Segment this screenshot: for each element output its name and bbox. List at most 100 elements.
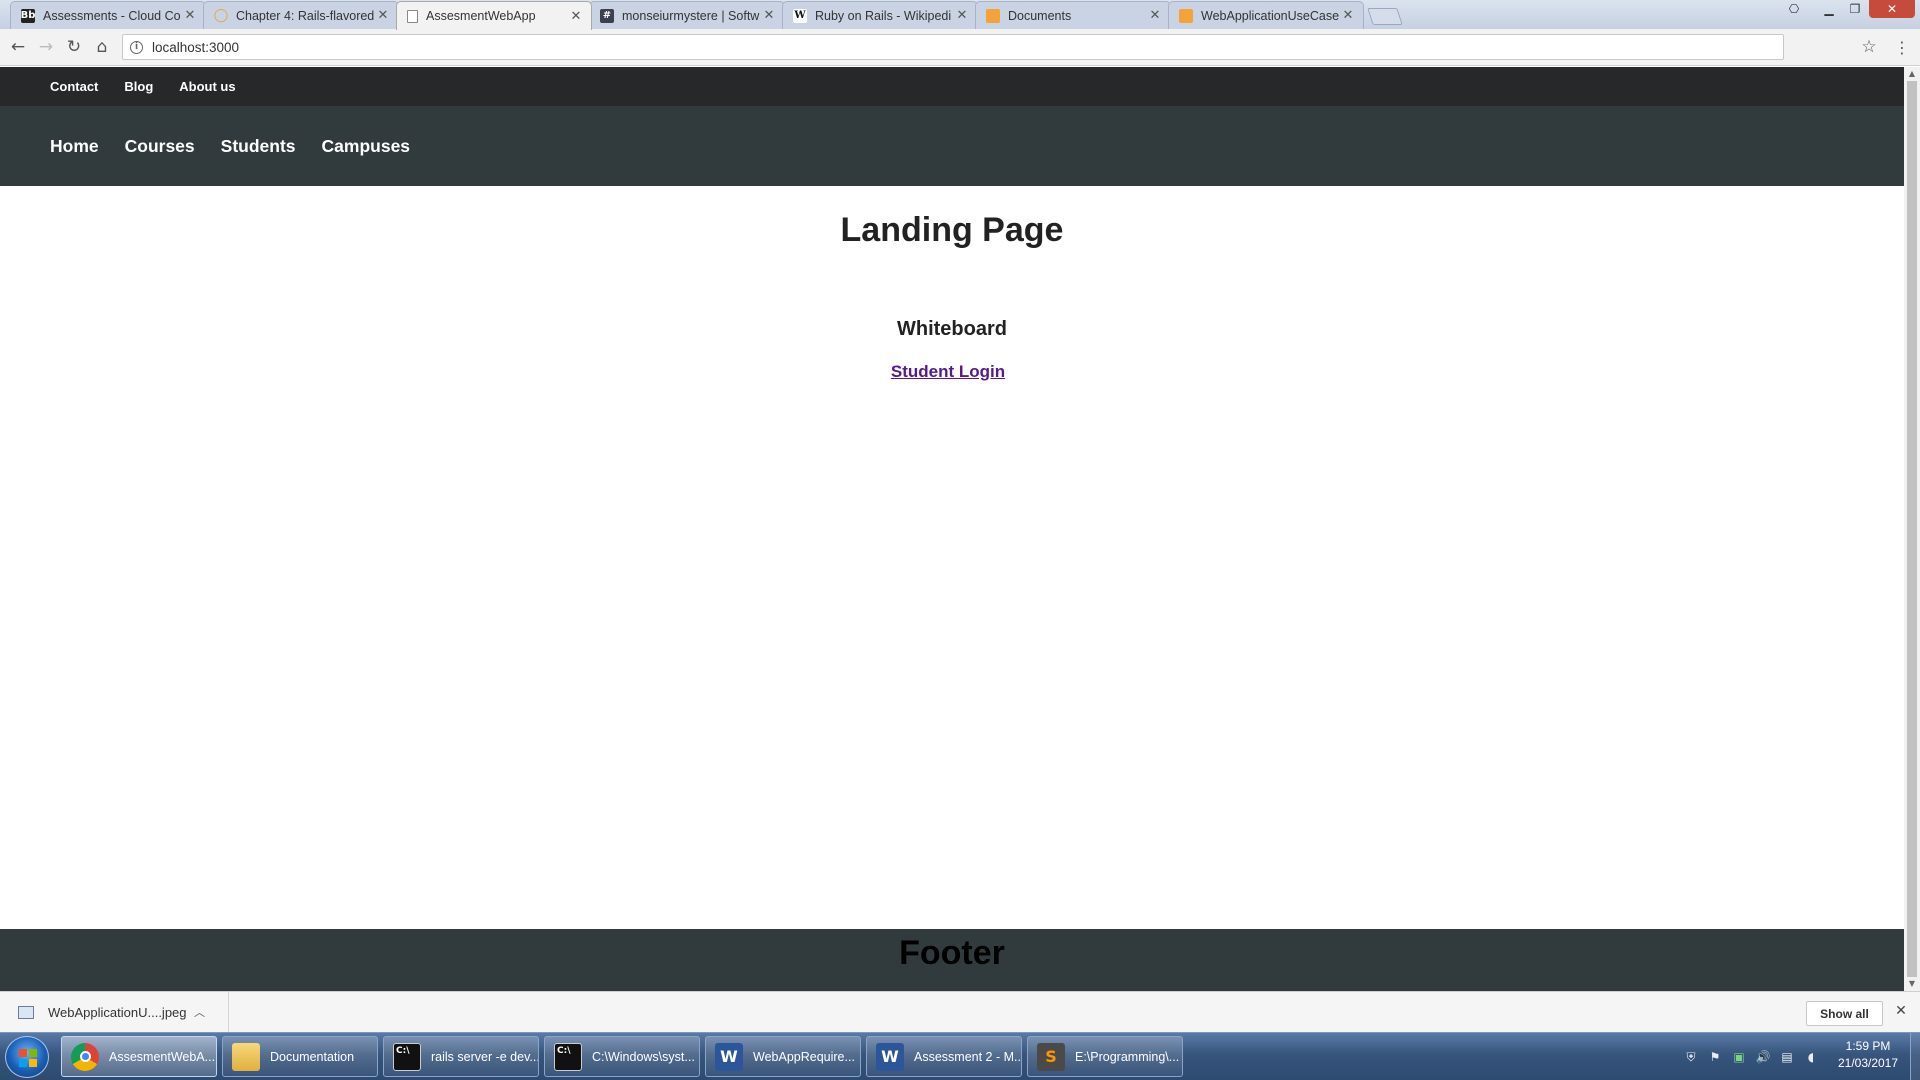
image-file-icon [18, 1005, 34, 1019]
tutorial-icon: ◯ [213, 8, 229, 23]
students-link[interactable]: Students [221, 136, 296, 157]
login-link-wrapper: Student Login [0, 362, 1896, 382]
folder-icon [232, 1042, 260, 1071]
chrome-icon [71, 1042, 99, 1071]
taskbar-item-documentation[interactable]: Documentation [222, 1036, 378, 1077]
menu-icon[interactable]: ⋮ [1890, 35, 1914, 59]
taskbar-item-label: AssesmentWebA... [109, 1049, 216, 1064]
network-icon[interactable]: ▤ [1779, 1049, 1795, 1065]
download-shelf: WebApplicationU....jpeg ︿ Show all ✕ [0, 991, 1920, 1032]
close-icon[interactable]: ✕ [1341, 8, 1355, 23]
taskbar-item-chrome[interactable]: AssesmentWebA... [61, 1036, 217, 1077]
close-icon[interactable]: ✕ [955, 8, 969, 23]
browser-tab-strip: Bb Assessments - Cloud Co ✕ ◯ Chapter 4:… [0, 0, 1920, 30]
tab-title: Chapter 4: Rails-flavored [236, 8, 375, 23]
taskbar-item-label: C:\Windows\syst... [592, 1049, 695, 1064]
wikipedia-icon: W [793, 8, 807, 23]
star-icon[interactable]: ☆ [1857, 35, 1881, 59]
start-button[interactable] [5, 1036, 49, 1078]
tab-title: Documents [1008, 8, 1072, 23]
close-icon[interactable]: ✕ [1892, 1003, 1910, 1021]
tab-title: WebApplicationUseCase [1201, 8, 1340, 23]
main-nav-bar: Home Courses Students Campuses [0, 106, 1904, 186]
cmd-icon: C:\ [393, 1042, 421, 1071]
address-bar[interactable]: i localhost:3000 [122, 34, 1784, 60]
flag-icon[interactable]: ⚑ [1707, 1049, 1723, 1065]
tab-chapter-4[interactable]: ◯ Chapter 4: Rails-flavored ✕ [203, 1, 399, 29]
courses-link[interactable]: Courses [125, 136, 195, 157]
close-icon[interactable]: ✕ [569, 9, 583, 24]
new-tab-button[interactable] [1367, 8, 1403, 25]
drive-folder-icon [986, 8, 1000, 23]
tab-title: Ruby on Rails - Wikipedi [815, 8, 952, 23]
sublime-icon: S [1037, 1042, 1065, 1071]
taskbar-item-rails-server[interactable]: C:\ rails server -e dev... [383, 1036, 539, 1077]
tab-title: AssesmentWebApp [426, 9, 536, 23]
clock-time: 1:59 PM [1845, 1039, 1891, 1053]
restore-icon[interactable]: ❐ [1844, 0, 1866, 18]
download-file-name[interactable]: WebApplicationU....jpeg [48, 1005, 194, 1020]
battery-icon[interactable]: ▣ [1731, 1049, 1747, 1065]
about-us-link[interactable]: About us [179, 79, 235, 94]
taskbar-item-word-requirements[interactable]: W WebAppRequire... [705, 1036, 861, 1077]
close-icon[interactable]: ✕ [183, 8, 197, 23]
footer: Footer [0, 929, 1904, 991]
blog-link[interactable]: Blog [124, 79, 153, 94]
forward-icon[interactable]: → [34, 35, 58, 59]
taskbar-item-label: Documentation [270, 1049, 355, 1064]
back-icon[interactable]: ← [6, 35, 30, 59]
hash-icon: # [600, 8, 614, 23]
close-icon[interactable]: ✕ [376, 8, 390, 23]
tab-title: Assessments - Cloud Co [43, 8, 181, 23]
home-icon[interactable]: ⌂ [90, 35, 114, 59]
minimize-icon[interactable]: ▁ [1818, 0, 1840, 18]
close-icon[interactable]: ✕ [762, 8, 776, 23]
scrollbar-thumb[interactable] [1907, 81, 1917, 977]
tab-monseiurmystere[interactable]: # monseiurmystere | Softw ✕ [589, 1, 785, 29]
show-desktop-button[interactable] [1910, 1033, 1920, 1080]
tab-documents[interactable]: Documents ✕ [975, 1, 1171, 29]
student-login-link[interactable]: Student Login [891, 362, 1005, 381]
close-window-icon[interactable]: ✕ [1869, 0, 1915, 18]
taskbar: AssesmentWebA... Documentation C:\ rails… [0, 1032, 1920, 1080]
page-icon [407, 9, 418, 23]
taskbar-item-cmd[interactable]: C:\ C:\Windows\syst... [544, 1036, 700, 1077]
show-all-button[interactable]: Show all [1806, 1001, 1883, 1026]
url-text[interactable]: localhost:3000 [152, 40, 239, 55]
info-icon[interactable]: i [130, 40, 143, 54]
scroll-down-icon[interactable]: ▼ [1904, 977, 1920, 991]
page-title: Landing Page [840, 211, 1064, 249]
footer-text: Footer [899, 934, 1005, 972]
taskbar-item-sublime[interactable]: S E:\Programming\... [1027, 1036, 1183, 1077]
cmd-icon: C:\ [554, 1042, 582, 1071]
download-item[interactable]: WebApplicationU....jpeg ︿ [0, 992, 229, 1032]
contact-link[interactable]: Contact [50, 79, 98, 94]
tab-title: monseiurmystere | Softw [622, 8, 760, 23]
tab-assesmentwebapp[interactable]: AssesmentWebApp ✕ [396, 1, 592, 30]
user-profile-icon[interactable]: ⎔ [1783, 0, 1805, 18]
clock[interactable]: 1:59 PM 21/03/2017 [1830, 1039, 1906, 1070]
home-link[interactable]: Home [50, 136, 99, 157]
word-icon: W [876, 1042, 904, 1071]
taskbar-item-label: E:\Programming\... [1075, 1049, 1180, 1064]
reload-icon[interactable]: ↻ [62, 35, 86, 59]
campuses-link[interactable]: Campuses [322, 136, 411, 157]
close-icon[interactable]: ✕ [1148, 8, 1162, 23]
tab-webapplicationusecase[interactable]: WebApplicationUseCase ✕ [1168, 1, 1364, 29]
security-icon[interactable]: ⛨ [1683, 1049, 1699, 1065]
speaker-icon[interactable]: ◖ [1803, 1049, 1819, 1065]
page-viewport: Contact Blog About us Home Courses Stude… [0, 67, 1920, 991]
tab-ruby-on-rails-wikipedia[interactable]: W Ruby on Rails - Wikipedi ✕ [782, 1, 978, 29]
web-page: Contact Blog About us Home Courses Stude… [0, 67, 1904, 991]
taskbar-item-label: rails server -e dev... [431, 1049, 538, 1064]
tab-assessments[interactable]: Bb Assessments - Cloud Co ✕ [10, 1, 206, 29]
whiteboard-heading: Whiteboard [897, 318, 1007, 340]
word-icon: W [715, 1042, 743, 1071]
browser-toolbar: ← → ↻ ⌂ i localhost:3000 ☆ ⋮ [0, 29, 1920, 66]
top-nav-bar: Contact Blog About us [0, 67, 1904, 106]
scroll-up-icon[interactable]: ▲ [1904, 67, 1920, 81]
chevron-up-icon[interactable]: ︿ [194, 1004, 210, 1020]
volume-icon[interactable]: 🔊 [1755, 1049, 1771, 1065]
taskbar-item-word-assessment[interactable]: W Assessment 2 - M... [866, 1036, 1022, 1077]
vertical-scrollbar[interactable]: ▲ ▼ [1904, 67, 1920, 991]
